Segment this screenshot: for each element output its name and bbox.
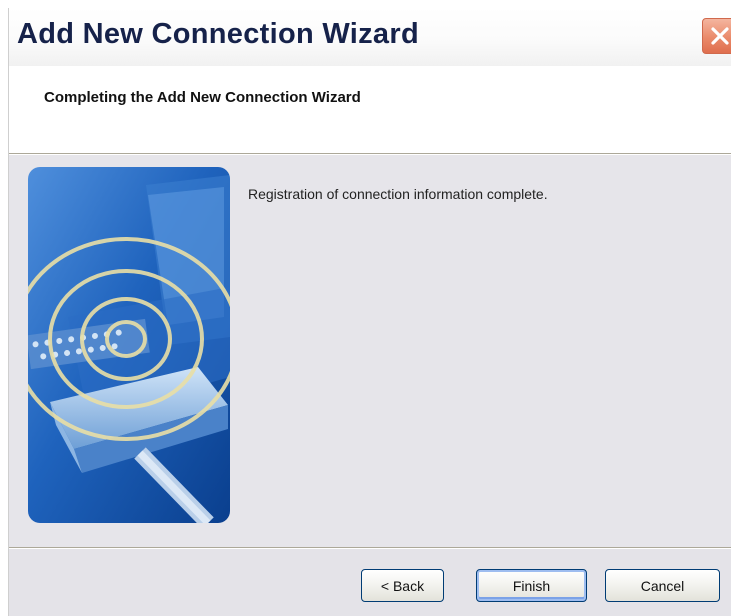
wizard-footer: < Back Finish Cancel (9, 549, 731, 616)
wizard-content: Registration of connection information c… (9, 155, 731, 547)
wizard-page-title: Completing the Add New Connection Wizard (44, 89, 361, 106)
back-button[interactable]: < Back (361, 569, 444, 602)
completion-message: Registration of connection information c… (248, 186, 548, 202)
close-icon (711, 27, 729, 45)
wireless-connection-illustration (28, 167, 230, 523)
wizard-header: Completing the Add New Connection Wizard (9, 66, 731, 153)
finish-button[interactable]: Finish (476, 569, 587, 602)
title-bar[interactable]: Add New Connection Wizard (9, 8, 731, 66)
window-title: Add New Connection Wizard (17, 18, 419, 50)
cancel-button[interactable]: Cancel (605, 569, 720, 602)
close-button[interactable] (702, 18, 731, 54)
wizard-window: Add New Connection Wizard Completing the… (8, 8, 731, 616)
